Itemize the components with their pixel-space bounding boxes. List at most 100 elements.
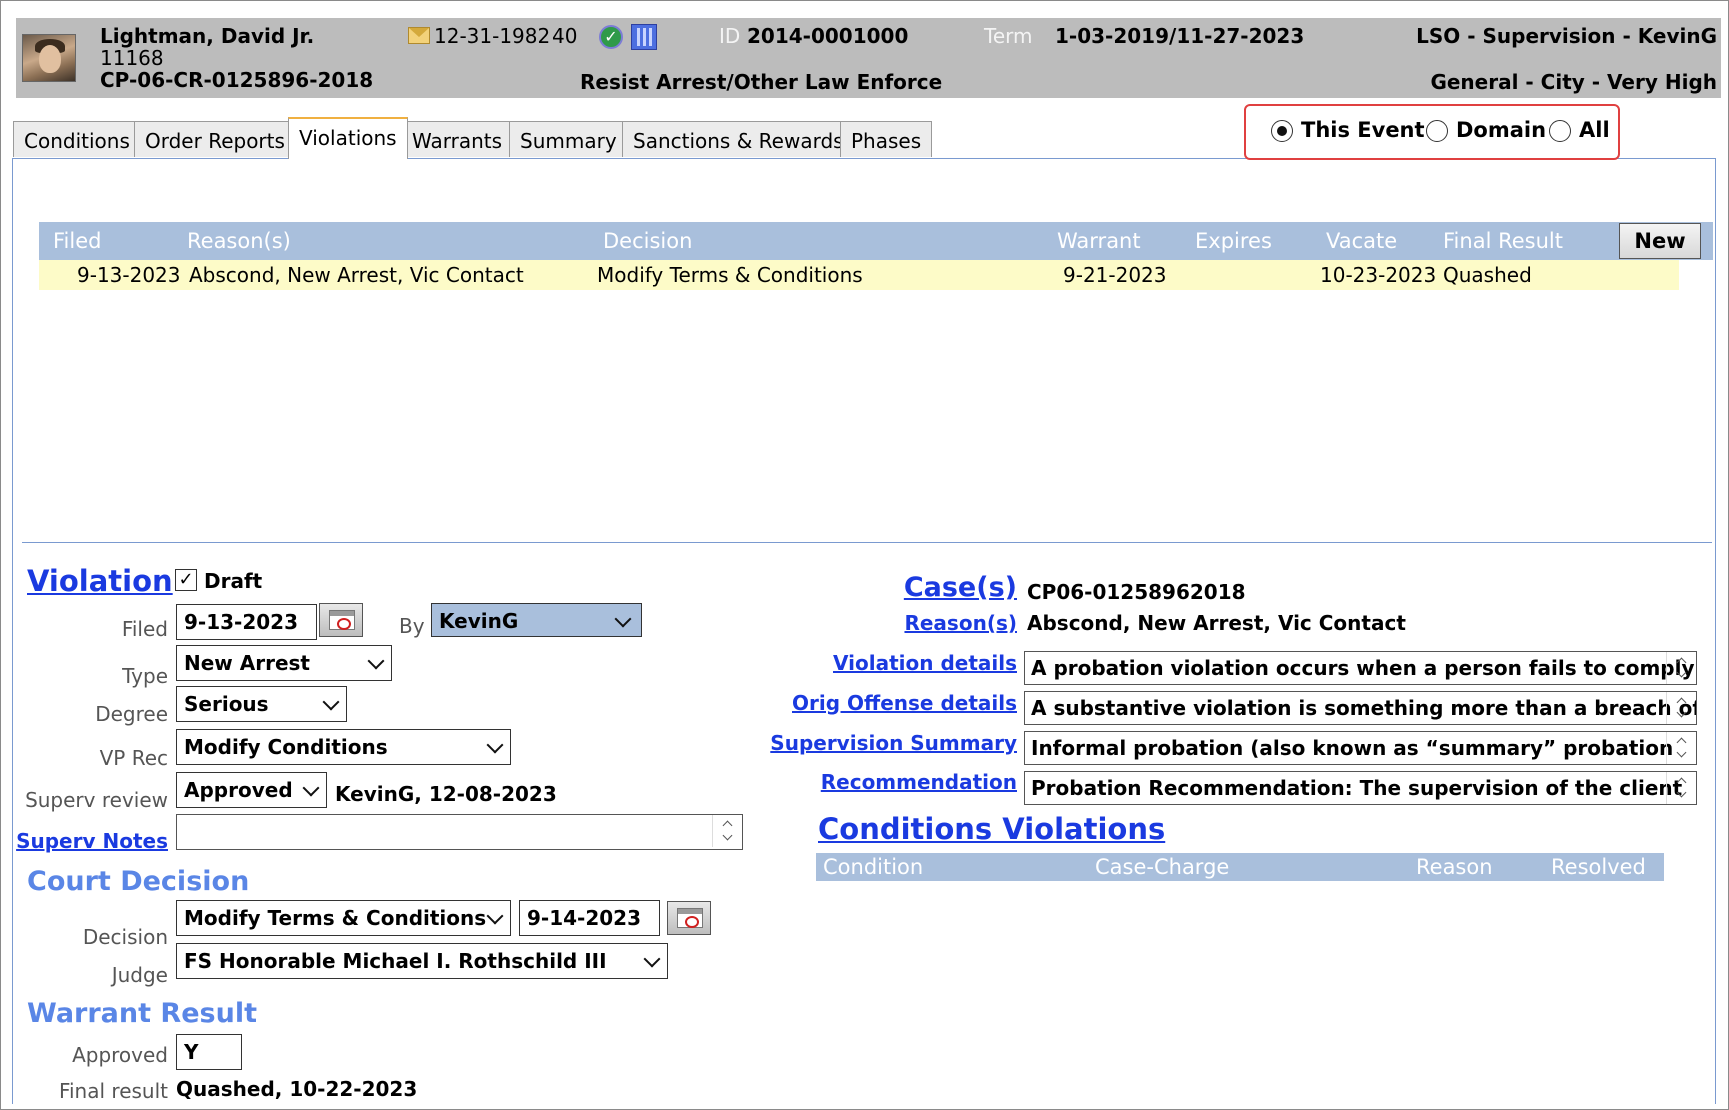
term-label: Term — [984, 24, 1033, 48]
case-number: CP-06-CR-0125896-2018 — [100, 68, 374, 92]
cell-vacate: 10-23-2023 — [1320, 263, 1437, 287]
superv-review-label: Superv review — [25, 788, 168, 812]
term-value: 1-03-2019/11-27-2023 — [1055, 24, 1305, 48]
col-vacate[interactable]: Vacate — [1326, 229, 1397, 253]
chevron-down-icon — [643, 950, 661, 968]
reasons-link[interactable]: Reason(s) — [904, 611, 1017, 635]
radio-domain[interactable] — [1426, 120, 1448, 142]
type-select[interactable]: New Arrest — [176, 645, 392, 681]
recommendation-value: Probation Recommendation: The supervisio… — [1031, 776, 1683, 800]
chevron-down-icon — [486, 907, 504, 925]
scope-selector: This Event Domain All — [1244, 104, 1620, 160]
check-circle-icon[interactable]: ✓ — [599, 25, 623, 49]
recommendation-textarea[interactable]: Probation Recommendation: The supervisio… — [1024, 771, 1697, 805]
tab-order-reports[interactable]: Order Reports — [134, 121, 296, 157]
scroll-spinner-icon[interactable] — [712, 815, 742, 847]
tab-conditions[interactable]: Conditions — [13, 121, 141, 157]
cases-link[interactable]: Case(s) — [904, 572, 1017, 603]
violation-details-link[interactable]: Violation details — [833, 651, 1017, 675]
orig-offense-details-link[interactable]: Orig Offense details — [792, 691, 1017, 715]
mail-icon[interactable] — [408, 27, 430, 44]
superv-review-note: KevinG, 12-08-2023 — [335, 782, 557, 806]
scroll-spinner-icon[interactable] — [1666, 652, 1696, 684]
cell-reasons: Abscond, New Arrest, Vic Contact — [189, 263, 524, 287]
tab-violations[interactable]: Violations — [288, 117, 408, 159]
client-age: 40 — [552, 24, 578, 48]
chevron-down-icon — [302, 779, 320, 797]
client-name: Lightman, David Jr. — [100, 24, 315, 48]
violations-table-header: Filed Reason(s) Decision Warrant Expires… — [39, 222, 1713, 260]
tab-sanctions-rewards[interactable]: Sanctions & Rewards — [622, 121, 855, 157]
cell-final-result: Quashed — [1443, 263, 1532, 287]
recommendation-link[interactable]: Recommendation — [821, 770, 1017, 794]
filed-calendar-button[interactable] — [319, 603, 363, 637]
draft-checkbox[interactable]: ✓ — [175, 569, 197, 591]
type-label: Type — [122, 664, 168, 688]
by-select[interactable]: KevinG — [431, 603, 642, 637]
client-photo — [22, 34, 76, 82]
supervision-summary-textarea[interactable]: Informal probation (also known as “summa… — [1024, 731, 1697, 765]
superv-notes-textarea[interactable] — [176, 814, 743, 850]
approved-field[interactable]: Y — [176, 1034, 242, 1070]
superv-notes-link[interactable]: Superv Notes — [16, 829, 168, 853]
col-case-charge[interactable]: Case-Charge — [1095, 855, 1229, 879]
warrant-result-title: Warrant Result — [27, 998, 257, 1029]
client-number: 11168 — [100, 46, 164, 70]
supervision-summary-link[interactable]: Supervision Summary — [770, 731, 1017, 755]
judge-select[interactable]: FS Honorable Michael I. Rothschild III — [176, 943, 668, 979]
supervision-summary-value: Informal probation (also known as “summa… — [1031, 736, 1674, 760]
degree-select-value: Serious — [184, 692, 269, 716]
new-violation-button[interactable]: New — [1619, 223, 1701, 259]
radio-domain-label[interactable]: Domain — [1456, 118, 1546, 142]
col-reasons[interactable]: Reason(s) — [187, 229, 291, 253]
approved-label: Approved — [72, 1043, 168, 1067]
vp-rec-select[interactable]: Modify Conditions — [176, 729, 511, 765]
scroll-spinner-icon[interactable] — [1666, 732, 1696, 764]
col-reason[interactable]: Reason — [1416, 855, 1493, 879]
tab-warrants[interactable]: Warrants — [401, 121, 514, 157]
conditions-violations-header: Condition Case-Charge Reason Resolved — [816, 853, 1664, 881]
decision-label: Decision — [82, 925, 168, 949]
decision-date-field[interactable]: 9-14-2023 — [519, 900, 660, 936]
superv-review-select[interactable]: Approved — [176, 772, 327, 808]
judge-select-value: FS Honorable Michael I. Rothschild III — [184, 949, 607, 973]
client-dob: 12-31-1982 — [434, 24, 551, 48]
vp-rec-select-value: Modify Conditions — [184, 735, 388, 759]
violation-details-textarea[interactable]: A probation violation occurs when a pers… — [1024, 651, 1697, 685]
by-select-value: KevinG — [439, 609, 519, 633]
degree-select[interactable]: Serious — [176, 686, 347, 722]
col-decision[interactable]: Decision — [603, 229, 692, 253]
col-condition[interactable]: Condition — [823, 855, 923, 879]
orig-offense-value: A substantive violation is something mor… — [1031, 696, 1697, 720]
radio-all[interactable] — [1549, 120, 1571, 142]
decision-calendar-button[interactable] — [667, 901, 711, 935]
radio-this-event-label[interactable]: This Event — [1301, 118, 1425, 142]
calendar-icon — [677, 908, 703, 928]
radio-this-event[interactable] — [1271, 120, 1293, 142]
conditions-violations-link[interactable]: Conditions Violations — [818, 812, 1165, 846]
col-resolved[interactable]: Resolved — [1551, 855, 1646, 879]
cases-value: CP06-01258962018 — [1027, 580, 1246, 604]
cell-decision: Modify Terms & Conditions — [597, 263, 863, 287]
col-warrant[interactable]: Warrant — [1057, 229, 1141, 253]
scroll-spinner-icon[interactable] — [1666, 692, 1696, 724]
columns-icon[interactable] — [631, 24, 657, 50]
col-final-result[interactable]: Final Result — [1443, 229, 1563, 253]
chevron-down-icon — [322, 693, 340, 711]
filed-label: Filed — [121, 617, 168, 641]
classification-info: General - City - Very High — [1430, 70, 1717, 94]
violation-title-link[interactable]: Violation — [27, 564, 173, 598]
orig-offense-textarea[interactable]: A substantive violation is something mor… — [1024, 691, 1697, 725]
radio-all-label[interactable]: All — [1579, 118, 1610, 142]
tab-summary[interactable]: Summary — [509, 121, 628, 157]
calendar-icon — [329, 610, 355, 630]
col-filed[interactable]: Filed — [53, 229, 101, 253]
table-row[interactable]: 9-13-2023 Abscond, New Arrest, Vic Conta… — [39, 260, 1679, 290]
decision-select[interactable]: Modify Terms & Conditions — [176, 900, 511, 936]
chevron-down-icon — [614, 610, 632, 628]
cell-filed: 9-13-2023 — [77, 263, 181, 287]
filed-date-field[interactable]: 9-13-2023 — [176, 604, 317, 640]
tab-phases[interactable]: Phases — [840, 121, 933, 157]
scroll-spinner-icon[interactable] — [1666, 772, 1696, 804]
col-expires[interactable]: Expires — [1195, 229, 1272, 253]
